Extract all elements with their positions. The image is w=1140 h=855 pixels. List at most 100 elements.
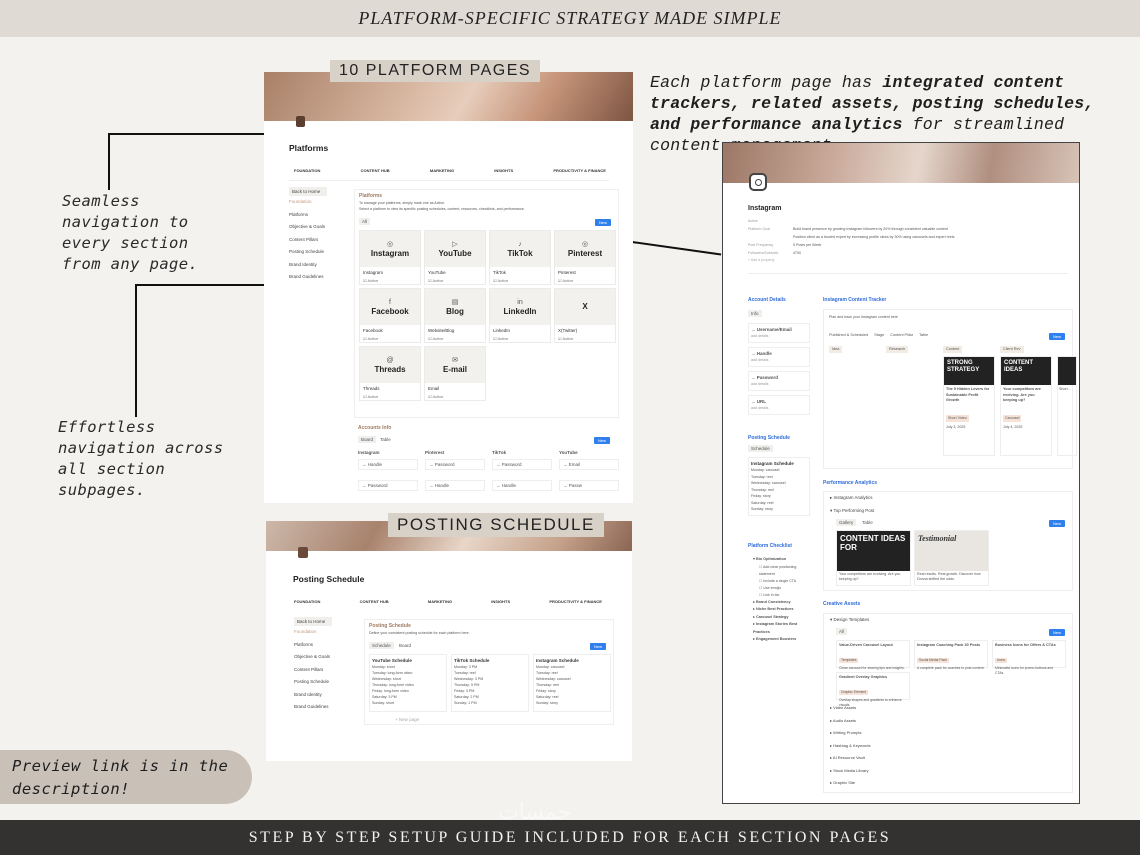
view-tab[interactable]: All: [359, 218, 371, 225]
nav-item[interactable]: FOUNDATION: [294, 599, 320, 604]
account-item[interactable]: → Username/Email add details: [748, 323, 810, 343]
sidebar-item[interactable]: Objective & Goals: [289, 221, 349, 234]
account-card[interactable]: → Password: [358, 480, 418, 491]
new-button[interactable]: New: [595, 219, 612, 226]
info-view-tab[interactable]: Info: [748, 310, 762, 317]
checklist-item[interactable]: ▸ Carousel Strategy: [753, 614, 811, 622]
sidebar-item[interactable]: Objective & Goals: [294, 651, 354, 664]
checklist-item[interactable]: ▸ Engagement Boosters: [753, 636, 811, 644]
platform-card[interactable]: ◎ Pinterest Pinterest ☑ Active: [554, 230, 616, 285]
platform-card[interactable]: ▷ YouTube YouTube ☑ Active: [424, 230, 486, 285]
tracker-view-tab[interactable]: Table: [919, 332, 928, 339]
property-value[interactable]: 4700: [793, 249, 801, 257]
tracker-card[interactable]: CONTENT IDEAS Your competitors are evolvi…: [1000, 356, 1052, 456]
active-checkbox[interactable]: ☑ Active: [490, 278, 550, 283]
active-checkbox[interactable]: ☑ Active: [555, 278, 615, 283]
asset-card[interactable]: Business Icons for Offers & CTAs Icons Min…: [992, 640, 1066, 675]
asset-section-toggle[interactable]: ▸ Graphic Site: [830, 777, 870, 790]
platform-card[interactable]: ♪ TikTok TikTok ☑ Active: [489, 230, 551, 285]
account-card[interactable]: → Email: [559, 459, 619, 470]
account-item[interactable]: → URL add details: [748, 395, 810, 415]
platform-card[interactable]: ▤ Blog Website/Blog ☑ Active: [424, 288, 486, 343]
tracker-card[interactable]: Short...: [1057, 356, 1077, 456]
new-page-button[interactable]: + New page: [395, 716, 419, 723]
asset-section-toggle[interactable]: ▸ Writing Prompts: [830, 727, 870, 740]
tracker-card[interactable]: STRONG STRATEGY The 5 Hidden Levers for S…: [943, 356, 995, 456]
active-checkbox[interactable]: ☑ Active: [360, 394, 420, 399]
property-value[interactable]: Position client as a trusted expert by i…: [793, 233, 954, 241]
active-checkbox[interactable]: ☑ Active: [425, 394, 485, 399]
account-card[interactable]: → Handle: [358, 459, 418, 470]
schedule-tab[interactable]: Schedule: [369, 642, 394, 649]
sidebar-item[interactable]: Brand Guidelines: [289, 271, 349, 284]
new-button[interactable]: New: [1049, 629, 1066, 636]
table-tab[interactable]: Table: [862, 519, 873, 526]
account-card[interactable]: → Handle: [425, 480, 485, 491]
sidebar-item[interactable]: Content Pillars: [294, 664, 354, 677]
active-checkbox[interactable]: ☑ Active: [425, 278, 485, 283]
account-card[interactable]: → Password: [492, 459, 552, 470]
new-button[interactable]: New: [1049, 333, 1066, 340]
asset-card[interactable]: Instagram Coaching Pack 30 Posts Social M…: [914, 640, 988, 670]
schedule-card[interactable]: YouTube Schedule Monday: short Tuesday: lo…: [369, 654, 447, 712]
new-button[interactable]: New: [590, 643, 607, 650]
tracker-view-tab[interactable]: Content Pillar: [890, 332, 913, 339]
asset-section-toggle[interactable]: ▸ Stock Media Library: [830, 765, 870, 778]
platform-card[interactable]: X X(Twitter) ☑ Active: [554, 288, 616, 343]
sidebar-item[interactable]: Brand Identity: [294, 689, 354, 702]
sidebar-item[interactable]: Brand Guidelines: [294, 701, 354, 714]
tracker-view-tab[interactable]: Published & Scheduled: [829, 332, 868, 339]
platform-card[interactable]: ◎ Instagram Instagram ☑ Active: [359, 230, 421, 285]
account-card[interactable]: → Handle: [492, 480, 552, 491]
nav-item[interactable]: CONTENT HUB: [360, 599, 389, 604]
active-checkbox[interactable]: ☑ Active: [360, 336, 420, 341]
sidebar-item[interactable]: Posting Schedule: [289, 246, 349, 259]
design-templates-toggle[interactable]: ▾ Design Templates: [830, 614, 869, 627]
analytics-item[interactable]: ▸ Instagram Analytics: [830, 492, 873, 505]
gallery-tab[interactable]: Gallery: [836, 519, 857, 526]
checklist-subitem[interactable]: ☐ Add clear positioning statement: [753, 564, 811, 578]
schedule-card[interactable]: Instagram Schedule Monday: carousel Tuesd…: [748, 457, 810, 516]
checklist-subitem[interactable]: ☐ Use emojis: [753, 585, 811, 592]
platform-card[interactable]: f Facebook Facebook ☑ Active: [359, 288, 421, 343]
top-post-card[interactable]: Testimonial Real results. Real growth. Di…: [914, 530, 989, 586]
platform-card[interactable]: @ Threads Threads ☑ Active: [359, 346, 421, 401]
sidebar-item[interactable]: Platforms: [294, 639, 354, 652]
checklist-subitem[interactable]: ☐ Include a single CTA: [753, 578, 811, 585]
checklist-item[interactable]: ▸ Niche Best Practices: [753, 606, 811, 614]
checklist-item[interactable]: ▾ Bio Optimization: [753, 556, 811, 564]
active-checkbox[interactable]: ☑ Active: [360, 278, 420, 283]
asset-card[interactable]: Value-Driven Carousel Layout Templates Cle…: [836, 640, 910, 670]
platform-card[interactable]: ✉ E-mail Email ☑ Active: [424, 346, 486, 401]
add-property-button[interactable]: + Add a property: [748, 257, 1068, 264]
asset-section-toggle[interactable]: ▸ AI Resource Vault: [830, 752, 870, 765]
analytics-item[interactable]: ▾ Top Performing Post: [830, 505, 874, 518]
nav-item[interactable]: PRODUCTIVITY & FINANCE: [549, 599, 602, 604]
nav-item[interactable]: MARKETING: [430, 168, 454, 173]
account-card[interactable]: → Passw: [559, 480, 619, 491]
nav-item[interactable]: PRODUCTIVITY & FINANCE: [553, 168, 606, 173]
property-value[interactable]: Build brand presence by growing Instagra…: [793, 225, 948, 233]
active-checkbox[interactable]: ☑ Active: [425, 336, 485, 341]
nav-item[interactable]: FOUNDATION: [294, 168, 320, 173]
asset-section-toggle[interactable]: ▸ Video Assets: [830, 702, 870, 715]
board-tab[interactable]: Board: [399, 642, 411, 649]
platform-card[interactable]: in LinkedIn LinkedIn ☑ Active: [489, 288, 551, 343]
active-checkbox[interactable]: ☑ Active: [490, 336, 550, 341]
schedule-view-tab[interactable]: Schedule: [748, 445, 773, 452]
sidebar-item[interactable]: Content Pillars: [289, 234, 349, 247]
schedule-card[interactable]: Instagram Schedule Monday: carousel Tuesda…: [533, 654, 611, 712]
nav-item[interactable]: INSIGHTS: [491, 599, 510, 604]
account-item[interactable]: → Handle add details: [748, 347, 810, 367]
all-view-tab[interactable]: All: [836, 628, 848, 635]
back-to-home-button[interactable]: Back to Home: [289, 187, 327, 196]
asset-section-toggle[interactable]: ▸ Hashtag & Keywords: [830, 740, 870, 753]
back-to-home-button[interactable]: Back to Home: [294, 617, 332, 626]
property-value[interactable]: 5 Posts per Week: [793, 241, 821, 249]
asset-card[interactable]: Gradient Overlay Graphics Graphic Element…: [836, 672, 910, 707]
nav-item[interactable]: INSIGHTS: [494, 168, 513, 173]
new-button[interactable]: New: [1049, 520, 1066, 527]
tracker-view-tab[interactable]: Stage: [874, 332, 884, 339]
sidebar-item[interactable]: Brand Identity: [289, 259, 349, 272]
asset-section-toggle[interactable]: ▸ Audio Assets: [830, 715, 870, 728]
